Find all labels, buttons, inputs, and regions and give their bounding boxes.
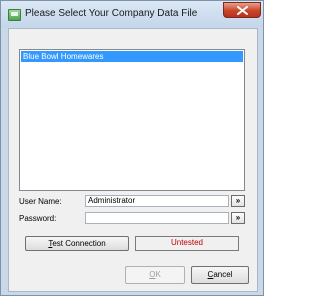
test-connection-button[interactable]: Test Connection <box>25 236 129 251</box>
password-field[interactable] <box>85 212 229 224</box>
user-name-field[interactable]: Administrator <box>85 195 229 207</box>
window-title: Please Select Your Company Data File <box>25 8 198 19</box>
app-icon <box>8 9 21 21</box>
user-name-browse-button[interactable]: » <box>231 195 245 207</box>
cancel-button[interactable]: Cancel <box>191 266 249 284</box>
connection-status: Untested <box>135 236 239 251</box>
close-button[interactable] <box>223 2 261 18</box>
dialog-window: Please Select Your Company Data File Blu… <box>0 0 264 296</box>
title-bar[interactable]: Please Select Your Company Data File <box>1 1 263 27</box>
dialog-body: Blue Bowl Homewares User Name: Administr… <box>8 28 258 292</box>
ok-label: K <box>155 270 161 279</box>
test-connection-label: est Connection <box>52 239 106 248</box>
cancel-label: ancel <box>213 270 233 279</box>
list-item[interactable]: Blue Bowl Homewares <box>21 51 243 62</box>
ok-button[interactable]: OK <box>125 266 185 284</box>
password-label: Password: <box>19 214 57 223</box>
close-icon <box>237 6 248 15</box>
user-name-label: User Name: <box>19 197 62 206</box>
company-file-list[interactable]: Blue Bowl Homewares <box>19 49 245 191</box>
password-browse-button[interactable]: » <box>231 212 245 224</box>
